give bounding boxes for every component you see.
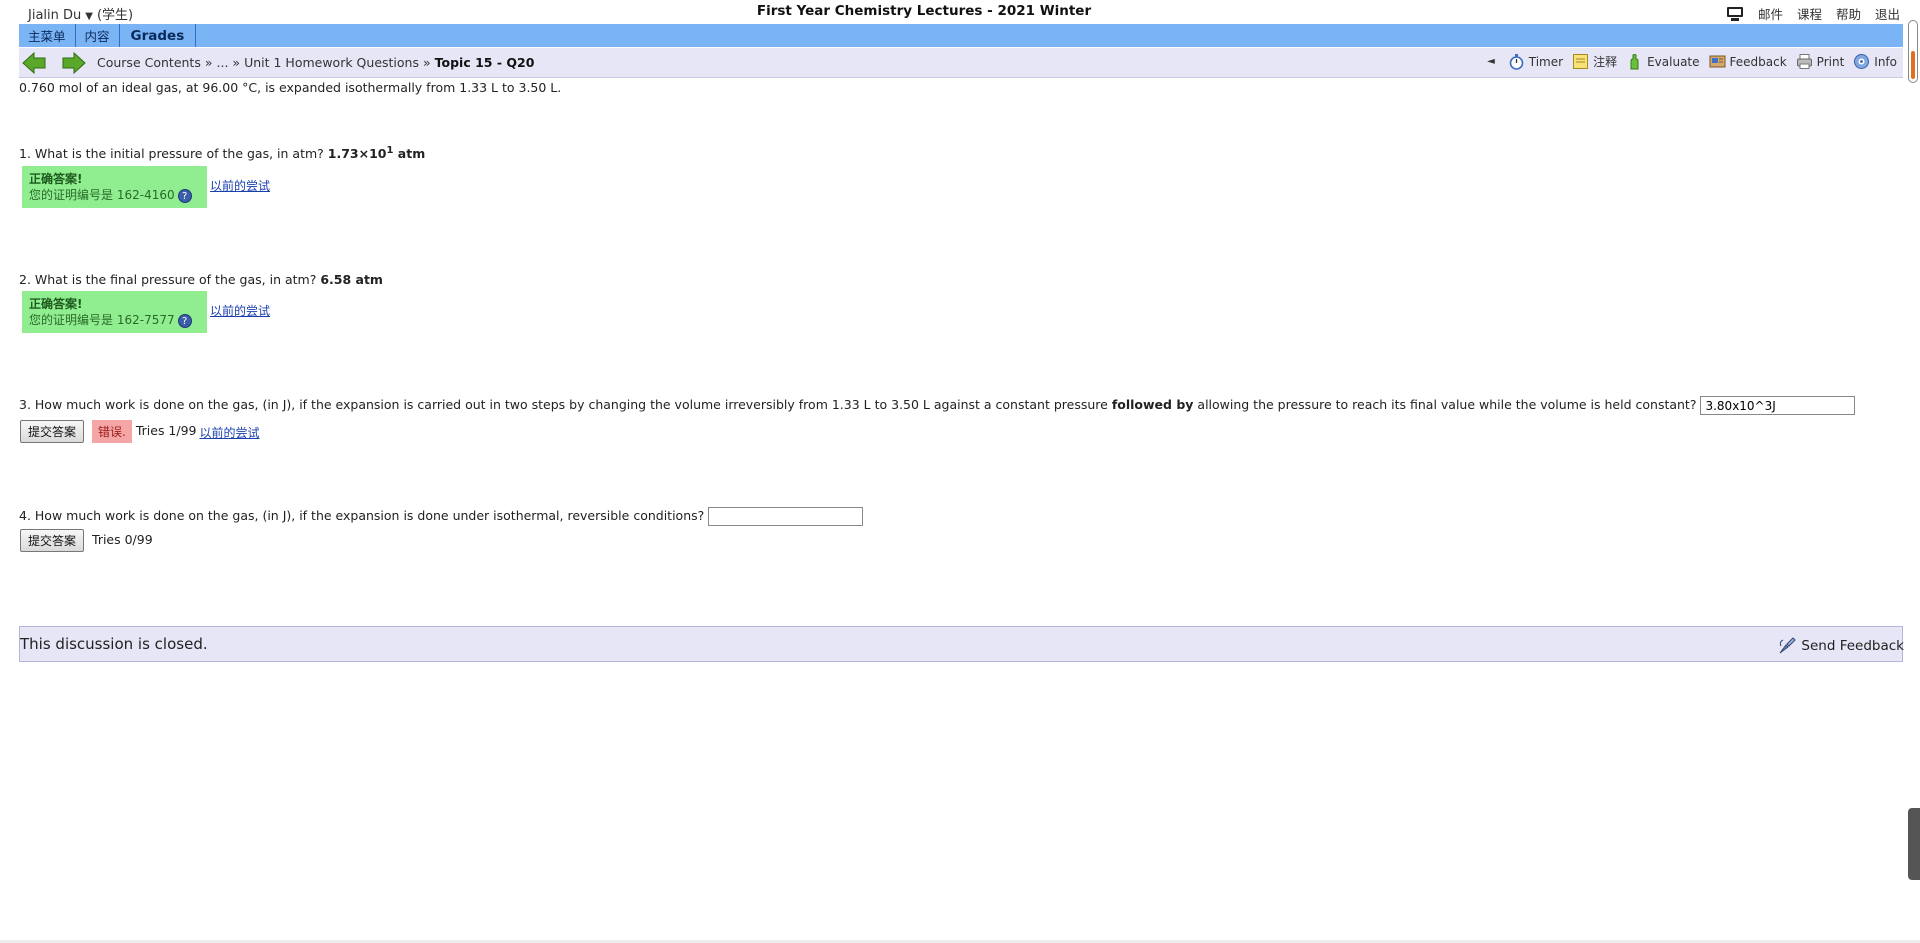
certificate-label: 您的证明编号是 — [29, 188, 114, 202]
discussion-closed-text: This discussion is closed. — [20, 635, 208, 653]
evaluate-tool[interactable]: Evaluate — [1626, 53, 1700, 70]
question-3: 3. How much work is done on the gas, (in… — [19, 396, 1856, 415]
courses-link[interactable]: 课程 — [1797, 4, 1822, 23]
crumb-course-contents[interactable]: Course Contents — [97, 55, 201, 70]
info-icon — [1854, 54, 1870, 69]
mail-link[interactable]: 邮件 — [1758, 4, 1783, 23]
send-feedback-icon — [1780, 637, 1797, 654]
info-tool[interactable]: Info — [1853, 53, 1897, 70]
note-icon — [1573, 54, 1589, 69]
navigation-bar: Course Contents»...» Unit 1 Homework Ques… — [19, 48, 1903, 78]
scrollbar-thumb[interactable] — [1911, 51, 1915, 79]
feedback-label: Feedback — [1729, 54, 1787, 69]
monitor-icon[interactable] — [1726, 6, 1744, 21]
correct-answer-box: 正确答案! 您的证明编号是 162-4160? — [22, 166, 207, 208]
info-label: Info — [1874, 54, 1897, 69]
logout-link[interactable]: 退出 — [1875, 4, 1900, 23]
tries-count: Tries 0/99 — [92, 532, 153, 547]
crumb-separator: » — [422, 55, 431, 70]
question-3-text: 3. How much work is done on the gas, (in… — [19, 397, 1108, 412]
discussion-bar: This discussion is closed. Send Feedback — [19, 626, 1904, 662]
menu-item-contents[interactable]: 内容 — [76, 24, 120, 47]
menu-item-main[interactable]: 主菜单 — [19, 24, 76, 47]
answer-mantissa: 1.73×10 — [327, 146, 387, 162]
question-1-text: 1. What is the initial pressure of the g… — [19, 146, 324, 162]
question-1-answer: 1.73×101 atm — [327, 145, 426, 162]
certificate-label: 您的证明编号是 — [29, 313, 114, 327]
submit-answer-button[interactable]: 提交答案 — [20, 529, 85, 552]
feedback-tool[interactable]: Feedback — [1709, 53, 1787, 70]
printer-icon — [1796, 54, 1812, 69]
send-feedback-label: Send Feedback — [1801, 638, 1904, 654]
evaluate-icon — [1630, 54, 1639, 70]
question-2-text: 2. What is the final pressure of the gas… — [19, 272, 317, 287]
course-title: First Year Chemistry Lectures - 2021 Win… — [756, 3, 1092, 19]
question-4-answer-input[interactable] — [708, 507, 864, 526]
previous-attempts-link[interactable]: 以前的尝试 — [200, 424, 260, 441]
notes-tool[interactable]: 注释 — [1572, 53, 1617, 70]
help-icon[interactable]: ? — [177, 188, 192, 203]
print-label: Print — [1816, 54, 1845, 69]
notes-label: 注释 — [1593, 55, 1618, 69]
question-4-text: 4. How much work is done on the gas, (in… — [19, 508, 705, 523]
help-link[interactable]: 帮助 — [1836, 4, 1861, 23]
question-3-feedback: 提交答案 错误. Tries 1/99 以前的尝试 — [20, 420, 260, 443]
previous-attempts-link[interactable]: 以前的尝试 — [210, 177, 270, 194]
top-bar: Jialin Du ▼ (学生) First Year Chemistry Lect… — [0, 0, 1920, 24]
crumb-ellipsis[interactable]: ... — [217, 55, 229, 70]
collapse-toolbar-icon[interactable]: ◄ — [1487, 56, 1495, 67]
page-scrollbar[interactable] — [1908, 20, 1918, 83]
crumb-current: Topic 15 - Q20 — [434, 55, 535, 70]
question-3-answer-input[interactable] — [1700, 396, 1856, 415]
side-widget-handle[interactable] — [1908, 808, 1920, 880]
timer-tool[interactable]: Timer — [1508, 53, 1563, 70]
crumb-separator: » — [232, 55, 241, 70]
question-1: 1. What is the initial pressure of the g… — [19, 145, 425, 161]
back-arrow-icon[interactable] — [21, 51, 47, 75]
print-tool[interactable]: Print — [1796, 53, 1845, 70]
evaluate-label: Evaluate — [1647, 54, 1700, 69]
stopwatch-icon — [1509, 54, 1524, 70]
question-2: 2. What is the final pressure of the gas… — [19, 272, 383, 287]
certificate-number: 162-7577 — [116, 313, 175, 327]
problem-statement: 0.760 mol of an ideal gas, at 96.00 °C, … — [19, 80, 562, 95]
submit-answer-button[interactable]: 提交答案 — [20, 420, 85, 443]
question-2-answer: 6.58 atm — [320, 272, 383, 287]
incorrect-status: 错误. — [92, 420, 132, 443]
question-4: 4. How much work is done on the gas, (in… — [19, 507, 864, 526]
timer-label: Timer — [1528, 54, 1564, 69]
main-menu-bar: 主菜单 内容 Grades — [19, 24, 1903, 47]
help-icon[interactable]: ? — [177, 313, 192, 328]
toolbar: ◄ Timer 注释 Evaluate Feedback Print Info — [1487, 53, 1897, 70]
correct-answer-box: 正确答案! 您的证明编号是 162-7577? — [22, 291, 207, 333]
previous-attempts-link[interactable]: 以前的尝试 — [210, 302, 270, 319]
question-3-text-end: allowing the pressure to reach its final… — [1197, 397, 1697, 412]
question-3-emphasis: followed by — [1111, 397, 1194, 412]
tries-count: Tries 1/99 — [135, 423, 197, 438]
feedback-icon — [1709, 55, 1726, 68]
question-2-feedback: 正确答案! 您的证明编号是 162-7577? 以前的尝试 — [22, 291, 270, 333]
correct-status: 正确答案! — [29, 172, 83, 186]
forward-arrow-icon[interactable] — [61, 51, 87, 75]
crumb-separator: » — [204, 55, 213, 70]
answer-unit: atm — [393, 146, 426, 162]
top-links: 邮件 课程 帮助 退出 — [1726, 4, 1900, 23]
certificate-number: 162-4160 — [116, 188, 175, 202]
question-1-feedback: 正确答案! 您的证明编号是 162-4160? 以前的尝试 — [22, 166, 270, 208]
question-4-feedback: 提交答案 Tries 0/99 — [20, 529, 153, 552]
crumb-unit1[interactable]: Unit 1 Homework Questions — [244, 55, 419, 70]
menu-item-grades[interactable]: Grades — [120, 24, 197, 47]
correct-status: 正确答案! — [29, 297, 83, 311]
send-feedback-button[interactable]: Send Feedback — [1777, 636, 1904, 656]
breadcrumb: Course Contents»...» Unit 1 Homework Ques… — [97, 55, 534, 70]
